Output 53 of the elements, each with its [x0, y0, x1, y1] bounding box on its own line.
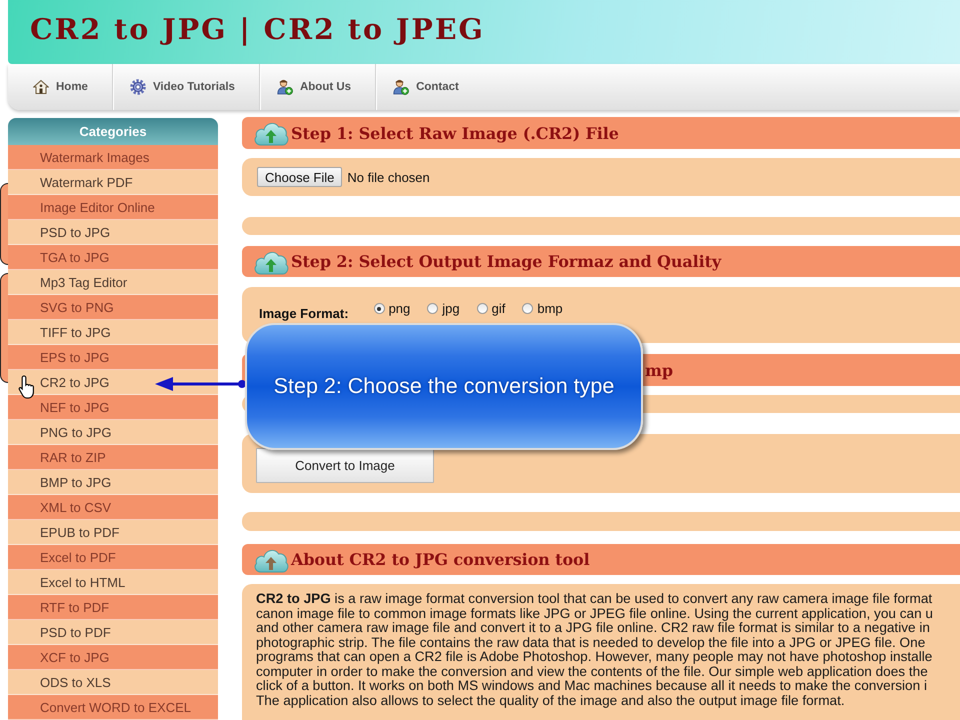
category-link[interactable]: EPS to JPG: [8, 345, 218, 370]
category-link[interactable]: XCF to JPG: [8, 645, 218, 670]
category-link[interactable]: NEF to JPG: [8, 395, 218, 420]
categories-heading: Categories: [8, 118, 218, 145]
hand-pointer-icon: [18, 375, 36, 399]
radio-button[interactable]: [374, 303, 385, 314]
category-link[interactable]: Watermark PDF: [8, 170, 218, 195]
home-icon: [33, 79, 49, 95]
category-link[interactable]: Excel to HTML: [8, 570, 218, 595]
site-title: CR2 to JPG | CR2 to JPEG: [30, 11, 486, 48]
category-link[interactable]: SVG to PNG: [8, 295, 218, 320]
callout-bubble: Step 2: Choose the conversion type: [245, 323, 643, 450]
gear-icon: [130, 79, 146, 95]
category-link[interactable]: CR2 to JPG: [8, 370, 218, 395]
file-status-text: No file chosen: [347, 170, 430, 184]
format-label: bmp: [537, 301, 563, 316]
cloud-upload-icon: [253, 120, 289, 146]
section-title: Step 2: Select Output Image Formaz and Quality: [291, 252, 722, 271]
nav-link[interactable]: Contact: [377, 64, 483, 110]
category-link[interactable]: PNG to JPG: [8, 420, 218, 445]
field-label: Image Format:: [259, 306, 349, 321]
category-link[interactable]: TIFF to JPG: [8, 320, 218, 345]
radio-button[interactable]: [427, 303, 438, 314]
nav-link[interactable]: Home: [8, 64, 112, 110]
format-label: gif: [492, 301, 506, 316]
category-link[interactable]: TGA to JPG: [8, 245, 218, 270]
about-paragraph: CR2 to JPG is a raw image format conversion tool that can be used to convert any raw camera image file format canon image file to common image formats like JPG or JPEG file online. Using the current application, you can u and other camera raw image file and convert it to a JPG file online. CR2 raw file format is similar to a negative in photographic strip. The file contains the raw data that is needed to develop the file into a JPG or JPEG file. One programs that can open a CR2 file is Adobe Photoshop. However, many people may not have photoshop installe computer in order to make the conversion and view the contents of the file. Our simple web application does the click of a button. It works on both MS windows and Mac machines because all it needs to make the conversion i The application also allows to select the quality of the image and also the output image file format.: [256, 592, 934, 708]
category-link[interactable]: Excel to PDF: [8, 545, 218, 570]
category-link[interactable]: PSD to PDF: [8, 620, 218, 645]
category-link[interactable]: Mp3 Tag Editor: [8, 270, 218, 295]
category-link[interactable]: ODS to XLS: [8, 670, 218, 695]
category-link[interactable]: BMP to JPG: [8, 470, 218, 495]
category-link[interactable]: PSD to JPG: [8, 220, 218, 245]
choose-file-button[interactable]: Choose File: [257, 167, 342, 187]
nav-link[interactable]: About Us: [260, 64, 376, 110]
category-link[interactable]: EPUB to PDF: [8, 520, 218, 545]
category-link[interactable]: RTF to PDF: [8, 595, 218, 620]
category-link[interactable]: Watermark Images: [8, 145, 218, 170]
section-title: mp: [645, 360, 673, 380]
category-link[interactable]: XML to CSV: [8, 495, 218, 520]
user-plus-icon: [393, 79, 410, 95]
nav-link[interactable]: Video Tutorials: [114, 64, 259, 110]
category-link[interactable]: Convert WORD to EXCEL: [8, 695, 218, 720]
format-label: png: [388, 301, 410, 316]
category-link[interactable]: Image Editor Online: [8, 195, 218, 220]
user-plus-icon: [276, 79, 293, 95]
radio-button[interactable]: [522, 303, 534, 314]
section-title: About CR2 to JPG conversion tool: [291, 550, 590, 569]
category-link[interactable]: RAR to ZIP: [8, 445, 218, 470]
section-title: Step 1: Select Raw Image (.CR2) File: [291, 124, 619, 142]
radio-button[interactable]: [476, 303, 488, 314]
convert-button[interactable]: Convert to Image: [256, 448, 434, 483]
format-label: jpg: [442, 301, 460, 316]
